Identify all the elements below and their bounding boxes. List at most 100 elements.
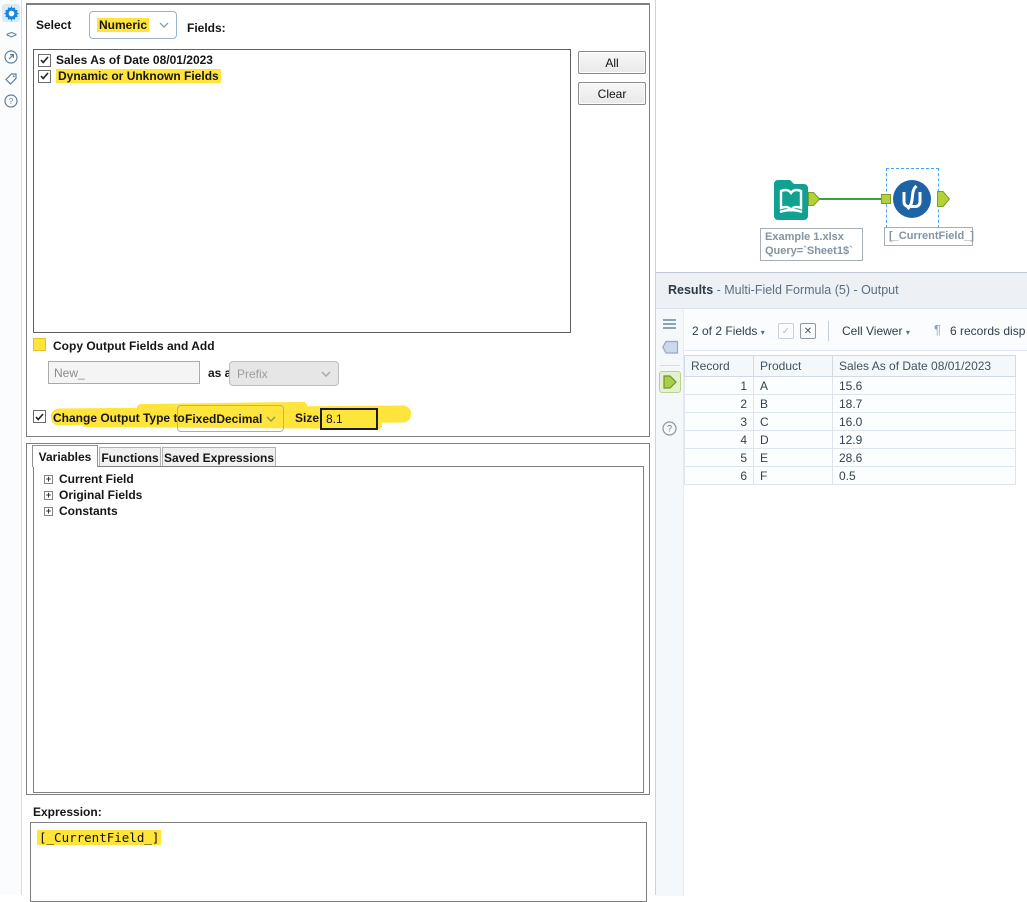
cell-product[interactable]: C: [754, 413, 833, 430]
grid-row[interactable]: 4 D 12.9: [684, 431, 1016, 449]
grid-row[interactable]: 2 B 18.7: [684, 395, 1016, 413]
cell-product[interactable]: A: [754, 377, 833, 394]
field-list[interactable]: Sales As of Date 08/01/2023 Dynamic or U…: [33, 49, 571, 333]
formula-tool-annotation[interactable]: [_CurrentField_]: [884, 227, 974, 246]
output-anchor-icon[interactable]: [937, 191, 950, 207]
cell-record[interactable]: 2: [685, 395, 754, 412]
workflow-canvas[interactable]: Example 1.xlsx Query=`Sheet1$` [_Current…: [656, 0, 1027, 272]
input-data-tool-icon[interactable]: [770, 178, 812, 222]
connection-line[interactable]: [814, 198, 884, 200]
clear-button[interactable]: Clear: [578, 82, 646, 105]
cell-sales[interactable]: 0.5: [833, 467, 1015, 484]
records-displayed-label: 6 records disp: [950, 324, 1026, 338]
field-list-item[interactable]: Sales As of Date 08/01/2023: [38, 52, 570, 68]
as-a-label: as a: [208, 366, 232, 380]
expression-label: Expression:: [33, 805, 102, 819]
column-header-sales[interactable]: Sales As of Date 08/01/2023: [833, 356, 1015, 376]
tree-item-label: Original Fields: [59, 488, 143, 502]
tree-item-constants[interactable]: + Constants: [44, 504, 118, 518]
cell-sales[interactable]: 28.6: [833, 449, 1015, 466]
cell-product[interactable]: B: [754, 395, 833, 412]
tree-item-original-fields[interactable]: + Original Fields: [44, 488, 142, 502]
expand-plus-icon[interactable]: +: [44, 490, 53, 500]
chevron-down-icon: [321, 371, 331, 377]
expand-plus-icon[interactable]: +: [44, 506, 53, 516]
pilcrow-icon[interactable]: ¶: [934, 322, 941, 337]
copy-output-label: Copy Output Fields and Add: [53, 339, 215, 353]
results-title: Results: [668, 283, 714, 297]
cell-record[interactable]: 4: [685, 431, 754, 448]
field-list-item[interactable]: Dynamic or Unknown Fields: [38, 68, 570, 84]
grid-header-row: Record Product Sales As of Date 08/01/20…: [684, 355, 1016, 377]
cell-sales[interactable]: 15.6: [833, 377, 1015, 394]
fields-label: Fields:: [187, 21, 226, 35]
fields-summary-dropdown[interactable]: 2 of 2 Fields ▾: [692, 324, 765, 338]
cell-record[interactable]: 3: [685, 413, 754, 430]
tab-functions[interactable]: Functions: [99, 447, 161, 467]
output-anchor-selected[interactable]: [659, 371, 681, 393]
help-icon[interactable]: ?: [662, 421, 677, 436]
grid-row[interactable]: 5 E 28.6: [684, 449, 1016, 467]
cell-product[interactable]: D: [754, 431, 833, 448]
expression-editor[interactable]: [_CurrentField_]: [30, 822, 647, 902]
size-input[interactable]: 8.1: [320, 408, 378, 430]
annotation-line: Query=`Sheet1$`: [765, 245, 853, 257]
field-list-item-label: Dynamic or Unknown Fields: [56, 69, 221, 83]
results-subtitle: - Multi-Field Formula (5) - Output: [713, 283, 899, 297]
tab-variables[interactable]: Variables: [32, 445, 98, 467]
cell-viewer-label: Cell Viewer: [842, 324, 903, 338]
copy-output-checkbox[interactable]: [33, 338, 46, 351]
checkbox-checked-icon[interactable]: [38, 69, 51, 83]
cell-product[interactable]: F: [754, 467, 833, 484]
tree-item-label: Current Field: [59, 472, 134, 486]
checkbox-checked-icon[interactable]: [38, 53, 51, 67]
input-tool-annotation[interactable]: Example 1.xlsx Query=`Sheet1$`: [760, 228, 863, 261]
workflow-flag-icon[interactable]: [662, 340, 679, 355]
metadata-list-icon[interactable]: [663, 318, 676, 330]
tag-icon[interactable]: [2, 70, 20, 88]
code-icon[interactable]: <>: [2, 26, 20, 44]
change-type-checkbox[interactable]: [33, 410, 46, 423]
help-icon[interactable]: ?: [2, 92, 20, 110]
svg-text:?: ?: [667, 424, 672, 434]
field-type-value: Numeric: [97, 18, 150, 32]
cell-product[interactable]: E: [754, 449, 833, 466]
select-all-fields-icon[interactable]: ✓: [778, 323, 794, 339]
select-label: Select: [36, 18, 72, 32]
cell-sales[interactable]: 12.9: [833, 431, 1015, 448]
grid-row[interactable]: 6 F 0.5: [684, 467, 1016, 485]
prefix-dropdown[interactable]: Prefix: [229, 361, 339, 386]
grid-row[interactable]: 1 A 15.6: [684, 377, 1016, 395]
cell-sales[interactable]: 18.7: [833, 395, 1015, 412]
deselect-fields-icon[interactable]: ✕: [800, 323, 816, 339]
field-type-dropdown[interactable]: Numeric: [89, 11, 177, 39]
output-type-dropdown[interactable]: FixedDecimal: [177, 405, 284, 432]
cell-sales[interactable]: 16.0: [833, 413, 1015, 430]
open-external-icon[interactable]: [2, 48, 20, 66]
prefix-value: Prefix: [237, 366, 268, 381]
cell-viewer-dropdown[interactable]: Cell Viewer ▾: [842, 324, 910, 338]
column-header-product[interactable]: Product: [754, 356, 833, 376]
new-prefix-input[interactable]: New_: [48, 361, 200, 384]
output-anchor-icon[interactable]: [808, 192, 820, 206]
grid-row[interactable]: 3 C 16.0: [684, 413, 1016, 431]
input-anchor-icon[interactable]: [881, 194, 891, 204]
cell-record[interactable]: 6: [685, 467, 754, 484]
results-header: Results - Multi-Field Formula (5) - Outp…: [656, 273, 1027, 309]
tab-saved-expressions[interactable]: Saved Expressions: [162, 447, 276, 467]
column-header-record[interactable]: Record: [685, 356, 754, 376]
tree-item-current-field[interactable]: + Current Field: [44, 472, 134, 486]
results-left-strip: ?: [656, 309, 684, 896]
chevron-down-icon: [266, 416, 276, 422]
size-label: Size:: [295, 411, 324, 425]
all-button[interactable]: All: [578, 51, 646, 74]
expression-value: [_CurrentField_]: [37, 830, 162, 845]
multi-field-formula-tool-icon[interactable]: [892, 179, 932, 219]
cell-record[interactable]: 1: [685, 377, 754, 394]
configuration-gear-icon[interactable]: [2, 4, 20, 22]
configuration-panel: Select Numeric Fields: Sales As of Date …: [22, 0, 655, 902]
chevron-down-icon: [159, 22, 169, 28]
toolbar-divider: [828, 321, 829, 341]
expand-plus-icon[interactable]: +: [44, 474, 53, 484]
cell-record[interactable]: 5: [685, 449, 754, 466]
